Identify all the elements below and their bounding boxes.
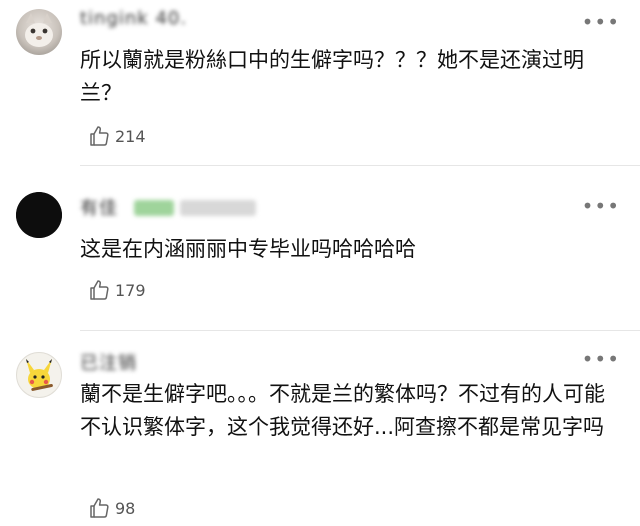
avatar[interactable] (16, 9, 62, 55)
like-button[interactable]: 179 (87, 278, 146, 302)
user-meta (180, 200, 256, 216)
like-count: 179 (115, 280, 146, 300)
like-button[interactable]: 98 (87, 496, 135, 520)
username[interactable]: 已注销 (80, 349, 137, 375)
avatar[interactable] (16, 352, 62, 398)
thumbs-up-icon (90, 126, 109, 146)
more-options-icon[interactable]: ••• (582, 349, 620, 369)
comment-text: 蘭不是生僻字吧。。。不就是兰的繁体吗？不过有的人可能不认识繁体字，这个我觉得还好… (80, 382, 605, 439)
like-count: 98 (115, 498, 136, 518)
comment-text: 这是在内涵丽丽中专毕业吗哈哈哈哈 (80, 237, 416, 261)
like-count: 214 (115, 126, 146, 146)
cat-photo-icon (25, 13, 53, 47)
more-options-icon[interactable]: ••• (582, 196, 620, 216)
username[interactable]: tingink 40. (80, 8, 187, 29)
black-circle-icon (16, 192, 62, 238)
comment-item: 有佳 ••• 这是在内涵丽丽中专毕业吗哈哈哈哈 179 (0, 166, 640, 331)
thumbs-up-icon (90, 498, 109, 518)
user-badge (134, 200, 174, 216)
avatar[interactable] (16, 192, 62, 238)
like-button[interactable]: 214 (87, 124, 146, 148)
comment-item: 已注销 ••• 蘭不是生僻字吧。。。不就是兰的繁体吗？不过有的人可能不认识繁体字… (0, 331, 640, 526)
more-options-icon[interactable]: ••• (582, 12, 620, 32)
thumbs-up-icon (90, 280, 109, 300)
comment-text: 所以蘭就是粉絲口中的生僻字吗？？？她不是还演过明兰？ (80, 48, 584, 105)
pikachu-icon (26, 359, 53, 391)
username[interactable]: 有佳 (80, 194, 118, 220)
comment-item: tingink 40. ••• 所以蘭就是粉絲口中的生僻字吗？？？她不是还演过明… (0, 0, 640, 166)
